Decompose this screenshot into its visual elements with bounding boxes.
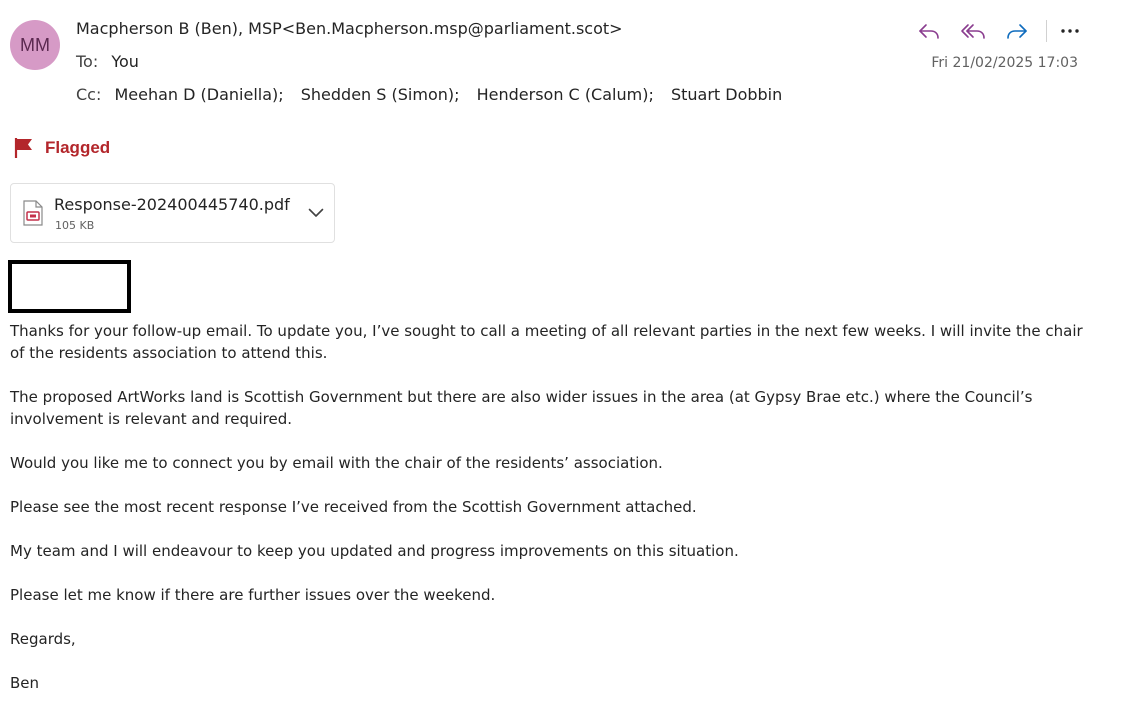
to-label: To: <box>76 52 99 71</box>
avatar[interactable]: MM <box>10 20 60 70</box>
flag-label: Flagged <box>45 138 111 157</box>
reply-icon <box>919 24 939 39</box>
reply-button[interactable] <box>914 16 944 46</box>
message-body: Thanks for your follow-up email. To upda… <box>10 320 1095 716</box>
to-line: To: You <box>76 52 139 71</box>
redaction-box <box>8 260 131 313</box>
forward-button[interactable] <box>1002 16 1032 46</box>
cc-recipient[interactable]: Shedden S (Simon); <box>301 85 460 104</box>
received-date: Fri 21/02/2025 17:03 <box>931 55 1078 71</box>
body-paragraph: Regards, <box>10 630 76 648</box>
sender-name[interactable]: Macpherson B (Ben), MSP<Ben.Macpherson.m… <box>76 19 623 38</box>
to-recipient[interactable]: You <box>111 52 139 71</box>
body-paragraph: Thanks for your follow-up email. To upda… <box>10 322 1083 362</box>
body-paragraph: The proposed ArtWorks land is Scottish G… <box>10 388 1033 428</box>
forward-icon <box>1007 24 1027 39</box>
message-actions <box>914 16 1085 46</box>
cc-recipient[interactable]: Stuart Dobbin <box>671 85 782 104</box>
cc-recipient[interactable]: Meehan D (Daniella); <box>114 85 283 104</box>
cc-label: Cc: <box>76 85 102 104</box>
more-actions-button[interactable] <box>1055 16 1085 46</box>
actions-divider <box>1046 20 1047 42</box>
attachment-card[interactable]: Response-202400445740.pdf 105 KB <box>10 183 335 243</box>
attachment-menu-button[interactable] <box>305 202 327 224</box>
reply-all-icon <box>961 24 985 39</box>
body-paragraph: Please let me know if there are further … <box>10 586 496 604</box>
flag-icon <box>14 138 32 158</box>
cc-line: Cc: Meehan D (Daniella); Shedden S (Simo… <box>76 85 794 104</box>
body-paragraph: My team and I will endeavour to keep you… <box>10 542 739 560</box>
reply-all-button[interactable] <box>958 16 988 46</box>
signature: Ben <box>10 674 40 692</box>
attachment-name[interactable]: Response-202400445740.pdf <box>54 195 290 214</box>
chevron-down-icon <box>308 208 324 217</box>
body-paragraph: Would you like me to connect you by emai… <box>10 454 663 472</box>
attachment-size: 105 KB <box>55 219 95 232</box>
cc-recipient[interactable]: Henderson C (Calum); <box>477 85 654 104</box>
more-icon <box>1061 29 1079 33</box>
body-paragraph: Please see the most recent response I’ve… <box>10 498 697 516</box>
flag-status[interactable]: Flagged <box>13 137 110 159</box>
pdf-icon <box>23 200 43 226</box>
